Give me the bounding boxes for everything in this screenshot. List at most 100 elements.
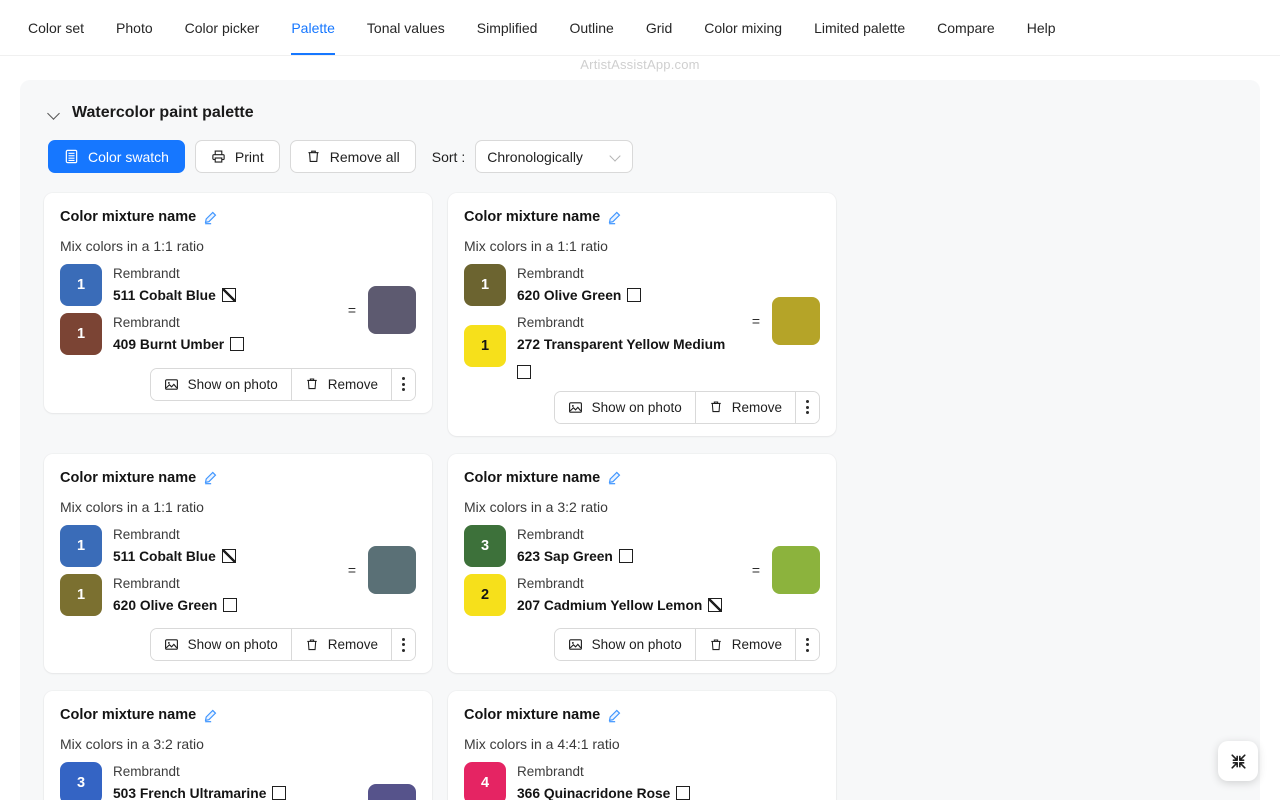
paint-parts-chip[interactable]: 1 <box>60 313 102 356</box>
nav-item-grid[interactable]: Grid <box>630 0 688 55</box>
paint-row: 1 Rembrandt 511 Cobalt Blue <box>60 524 336 567</box>
nav-item-palette[interactable]: Palette <box>275 0 351 55</box>
paint-row: 4 Rembrandt 366 Quinacridone Rose <box>464 762 740 800</box>
nav-item-compare[interactable]: Compare <box>921 0 1011 55</box>
paint-parts-chip[interactable]: 4 <box>464 762 506 800</box>
pencil-edit-icon[interactable] <box>203 708 218 723</box>
color-mixture-card: Color mixture name Mix colors in a 3:2 ra… <box>44 691 432 800</box>
print-button[interactable]: Print <box>194 140 280 173</box>
remove-button[interactable]: Remove <box>695 391 796 423</box>
paint-parts-chip[interactable]: 2 <box>464 574 506 617</box>
paint-opacity-icon <box>230 337 245 352</box>
color-swatch-button[interactable]: Color swatch <box>48 140 185 173</box>
paint-parts-chip[interactable]: 1 <box>60 524 102 567</box>
nav-item-outline[interactable]: Outline <box>553 0 629 55</box>
show-on-photo-button[interactable]: Show on photo <box>150 629 292 661</box>
nav-item-tonal-values[interactable]: Tonal values <box>351 0 461 55</box>
trash-icon <box>709 400 723 414</box>
nav-item-photo[interactable]: Photo <box>100 0 169 55</box>
action-button-group: Show on photo Remove <box>149 628 416 662</box>
remove-all-label: Remove all <box>329 148 400 165</box>
nav-item-label: Photo <box>116 19 153 36</box>
more-options-button[interactable] <box>796 391 819 423</box>
paint-name-line: 272 Transparent Yellow Medium <box>517 334 740 379</box>
remove-button[interactable]: Remove <box>291 629 392 661</box>
pencil-edit-icon[interactable] <box>203 210 218 225</box>
nav-item-help[interactable]: Help <box>1011 0 1072 55</box>
nav-item-label: Tonal values <box>366 19 445 36</box>
pencil-edit-icon[interactable] <box>607 470 622 485</box>
more-options-button[interactable] <box>392 629 415 661</box>
paint-parts-chip[interactable]: 3 <box>464 524 506 567</box>
image-icon <box>164 377 179 392</box>
collapse-fullscreen-button[interactable] <box>1218 741 1258 781</box>
paint-brand: Rembrandt <box>517 526 584 542</box>
paint-brand: Rembrandt <box>517 764 584 780</box>
paint-parts-value: 3 <box>76 775 86 792</box>
mix-ratio-text: Mix colors in a 3:2 ratio <box>464 498 608 515</box>
show-on-photo-button[interactable]: Show on photo <box>554 391 696 423</box>
nav-item-simplified[interactable]: Simplified <box>461 0 554 55</box>
nav-item-color-set[interactable]: Color set <box>12 0 100 55</box>
more-options-button[interactable] <box>392 368 415 400</box>
paint-brand: Rembrandt <box>113 266 180 281</box>
paint-parts-chip[interactable]: 1 <box>60 264 102 307</box>
paint-name-line: 366 Quinacridone Rose <box>517 783 691 800</box>
remove-button[interactable]: Remove <box>695 629 796 661</box>
paint-parts-value: 1 <box>76 326 86 343</box>
card-title: Color mixture name <box>60 209 197 225</box>
paint-row: 1 Rembrandt 620 Olive Green <box>60 574 336 617</box>
show-on-photo-button[interactable]: Show on photo <box>150 368 292 400</box>
paint-parts-chip[interactable]: 3 <box>60 762 102 800</box>
mixture-result-swatch[interactable] <box>772 297 820 346</box>
sort-select-value: Chronologically <box>487 148 583 165</box>
show-on-photo-button[interactable]: Show on photo <box>554 629 696 661</box>
print-label: Print <box>234 148 264 165</box>
card-title-row: Color mixture name <box>464 209 820 225</box>
show-on-photo-label: Show on photo <box>187 376 278 392</box>
trash-icon <box>306 149 321 164</box>
color-mixture-card: Color mixture name Mix colors in a 1:1 ra… <box>44 453 432 674</box>
paint-parts-value: 1 <box>76 277 86 294</box>
nav-item-color-picker[interactable]: Color picker <box>169 0 276 55</box>
remove-label: Remove <box>327 376 378 392</box>
color-swatch-label: Color swatch <box>88 148 169 165</box>
mixture-result-swatch[interactable] <box>368 285 416 334</box>
card-title: Color mixture name <box>60 469 197 486</box>
card-title-row: Color mixture name <box>60 707 416 723</box>
nav-item-limited-palette[interactable]: Limited palette <box>798 0 921 55</box>
page-content: Watercolor paint palette Color swatch Pr… <box>0 57 1280 800</box>
nav-item-label: Limited palette <box>814 19 906 36</box>
mixture-result-swatch[interactable] <box>368 783 416 800</box>
pencil-edit-icon[interactable] <box>203 470 218 485</box>
paint-parts-chip[interactable]: 1 <box>464 264 506 307</box>
paint-parts-chip[interactable]: 1 <box>60 574 102 617</box>
palette-panel: Watercolor paint palette Color swatch Pr… <box>20 80 1260 800</box>
paint-info: Rembrandt 511 Cobalt Blue <box>113 264 236 306</box>
mixture-result-swatch[interactable] <box>772 546 820 595</box>
nav-item-label: Color mixing <box>704 19 783 36</box>
card-title-row: Color mixture name <box>464 470 820 486</box>
paint-brand: Rembrandt <box>113 764 180 780</box>
paint-name-line: 511 Cobalt Blue <box>113 285 236 306</box>
nav-item-color-mixing[interactable]: Color mixing <box>688 0 798 55</box>
card-title-row: Color mixture name <box>464 707 820 723</box>
chevron-down-icon <box>610 151 621 162</box>
remove-all-button[interactable]: Remove all <box>289 140 416 173</box>
more-options-button[interactable] <box>796 629 819 661</box>
paint-parts-chip[interactable]: 1 <box>464 324 506 367</box>
pencil-edit-icon[interactable] <box>607 210 622 225</box>
sort-select[interactable]: Chronologically <box>475 140 634 173</box>
paint-opacity-icon <box>708 597 723 612</box>
paint-parts-value: 4 <box>480 775 490 792</box>
paint-info: Rembrandt 409 Burnt Umber <box>113 313 245 355</box>
nav-item-label: Outline <box>569 19 614 36</box>
mixture-result-swatch[interactable] <box>368 546 416 595</box>
nav-item-label: Color set <box>28 19 85 36</box>
chevron-down-icon[interactable] <box>48 106 62 120</box>
remove-button[interactable]: Remove <box>291 368 392 400</box>
paint-name-line: 620 Olive Green <box>517 285 642 306</box>
paint-opacity-icon <box>221 287 236 302</box>
pencil-edit-icon[interactable] <box>607 708 622 723</box>
show-on-photo-label: Show on photo <box>187 637 278 653</box>
